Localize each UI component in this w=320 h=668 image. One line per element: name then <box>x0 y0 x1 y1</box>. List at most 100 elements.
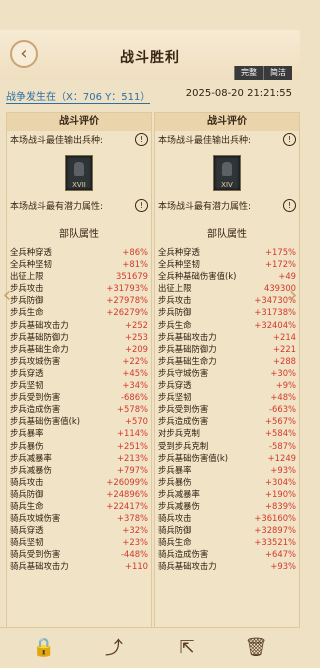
stat-value: +190% <box>265 488 296 499</box>
stats-list: 全兵种穿透 +175% 全兵种坚韧 +172% 全兵种基础伤害值(k) +49 出征上限 43… <box>155 246 299 573</box>
stat-name: 步兵基础伤害值(k) <box>10 416 81 427</box>
stat-row: 步兵基础防御力 +253 <box>7 331 151 343</box>
unit-badge[interactable]: XIV <box>213 155 241 191</box>
chevron-left-icon[interactable]: ‹ <box>0 282 14 310</box>
export-icon[interactable]: ⇱ <box>176 636 198 658</box>
share-icon[interactable]: ⤴ <box>103 636 125 659</box>
stat-value: +252 <box>124 319 148 330</box>
stat-row: 骑兵基础攻击力 +93% <box>155 560 299 572</box>
full-view-button[interactable]: 完整 <box>234 66 263 80</box>
stat-row: 全兵种坚韧 +172% <box>155 258 299 270</box>
stat-name: 受到步兵克制 <box>158 440 209 451</box>
stat-value: -686% <box>121 392 148 403</box>
potential-row: 本场战斗最有潜力属性: ! <box>155 197 299 213</box>
stat-name: 骑兵穿透 <box>10 525 44 536</box>
stat-name: 步兵穿透 <box>10 367 44 378</box>
stat-row: 骑兵生命 +33521% <box>155 536 299 548</box>
stat-name: 出征上限 <box>10 271 44 282</box>
stat-name: 骑兵生命 <box>10 500 44 511</box>
info-icon[interactable]: ! <box>283 198 296 212</box>
stat-row: 骑兵防御 +32897% <box>155 524 299 536</box>
stat-value: +36160% <box>254 513 296 524</box>
stat-value: +221 <box>272 343 296 354</box>
stat-row: 步兵穿透 +9% <box>155 379 299 391</box>
stat-row: 步兵受到伤害 -663% <box>155 403 299 415</box>
stat-value: +32404% <box>254 319 296 330</box>
stat-row: 骑兵基础攻击力 +110 <box>7 560 151 572</box>
info-icon[interactable]: ! <box>135 132 148 146</box>
best-output-label: 本场战斗最佳输出兵种: <box>158 135 252 146</box>
stat-name: 步兵基础伤害值(k) <box>158 452 229 463</box>
lock-icon[interactable]: 🔒 <box>33 636 55 658</box>
stat-name: 步兵攻击 <box>10 283 44 294</box>
stat-name: 步兵减暴率 <box>158 488 200 499</box>
stat-name: 步兵造成伤害 <box>10 404 61 415</box>
page-title: 战斗胜利 <box>120 50 180 66</box>
best-output-row: 本场战斗最佳输出兵种: ! <box>155 131 299 147</box>
stat-row: 全兵种基础伤害值(k) +49 <box>155 270 299 282</box>
stat-name: 步兵基础生命力 <box>158 355 217 366</box>
stat-value: +251% <box>117 440 148 451</box>
unit-numeral: XIV <box>221 181 233 189</box>
stat-name: 步兵减暴伤 <box>10 464 52 475</box>
stat-row: 步兵基础生命力 +209 <box>7 343 151 355</box>
stat-name: 步兵防御 <box>10 295 44 306</box>
stat-name: 步兵暴率 <box>10 428 44 439</box>
stat-row: 步兵暴伤 +304% <box>155 476 299 488</box>
stat-row: 步兵减暴率 +213% <box>7 452 151 464</box>
stat-value: +32897% <box>254 525 296 536</box>
stat-name: 步兵防御 <box>158 307 192 318</box>
simple-view-button[interactable]: 简洁 <box>263 66 292 80</box>
stat-value: +304% <box>265 476 296 487</box>
chevron-right-icon[interactable]: › <box>286 282 300 310</box>
stat-value: +647% <box>265 549 296 560</box>
stat-name: 骑兵坚韧 <box>10 537 44 548</box>
stat-value: +26279% <box>106 307 148 318</box>
stat-value: +175% <box>265 247 296 257</box>
stat-name: 步兵暴率 <box>158 464 192 475</box>
stat-name: 步兵基础防御力 <box>10 331 69 342</box>
stat-name: 骑兵基础攻击力 <box>10 561 69 572</box>
stats-title: 部队属性 <box>59 229 99 240</box>
trash-icon[interactable]: 🗑 <box>245 636 268 658</box>
stat-value: +45% <box>122 367 148 378</box>
stat-row: 骑兵受到伤害 -448% <box>7 548 151 560</box>
info-icon[interactable]: ! <box>283 132 296 146</box>
stat-row: 骑兵穿透 +32% <box>7 524 151 536</box>
stat-row: 步兵暴率 +93% <box>155 464 299 476</box>
stat-name: 步兵坚韧 <box>158 392 192 403</box>
potential-row: 本场战斗最有潜力属性: ! <box>7 197 151 213</box>
stat-row: 步兵攻击 +31793% <box>7 282 151 294</box>
stat-name: 步兵基础防御力 <box>158 343 217 354</box>
right-panel: 战斗评价 本场战斗最佳输出兵种: ! XIV 本场战斗最有潜力属性: ! 部队属… <box>154 112 300 629</box>
stat-row: 受到步兵克制 -587% <box>155 440 299 452</box>
stat-row: 步兵防御 +31738% <box>155 306 299 318</box>
stat-row: 骑兵攻击 +36160% <box>155 512 299 524</box>
unit-badge[interactable]: XVII <box>65 155 93 191</box>
stat-name: 步兵造成伤害 <box>158 416 209 427</box>
battle-location-link[interactable]: 战争发生在（X：706 Y：511） <box>6 88 151 104</box>
stat-name: 全兵种坚韧 <box>158 259 200 270</box>
stat-row: 步兵坚韧 +34% <box>7 379 151 391</box>
stat-name: 步兵攻击 <box>158 295 192 306</box>
stat-row: 步兵受到伤害 -686% <box>7 391 151 403</box>
stat-row: 全兵种坚韧 +81% <box>7 258 151 270</box>
stat-name: 骑兵防御 <box>158 525 192 536</box>
stat-value: +93% <box>270 561 296 572</box>
stat-name: 骑兵攻城伤害 <box>10 513 61 524</box>
stat-name: 步兵基础生命力 <box>10 343 69 354</box>
stat-value: +253 <box>124 331 148 342</box>
stat-row: 步兵防御 +27978% <box>7 294 151 306</box>
stat-row: 骑兵攻城伤害 +378% <box>7 512 151 524</box>
stat-value: +9% <box>275 380 296 391</box>
stat-row: 步兵减暴率 +190% <box>155 488 299 500</box>
stat-row: 步兵基础防御力 +221 <box>155 343 299 355</box>
potential-label: 本场战斗最有潜力属性: <box>158 201 252 212</box>
stat-name: 步兵生命 <box>10 307 44 318</box>
stat-name: 骑兵生命 <box>158 537 192 548</box>
stat-value: +34% <box>122 380 148 391</box>
stats-list: 全兵种穿透 +86% 全兵种坚韧 +81% 出征上限 351679 步兵攻击 +31793% 步… <box>7 246 151 573</box>
stat-value: +48% <box>270 392 296 403</box>
info-icon[interactable]: ! <box>135 198 148 212</box>
stat-value: +81% <box>122 259 148 270</box>
